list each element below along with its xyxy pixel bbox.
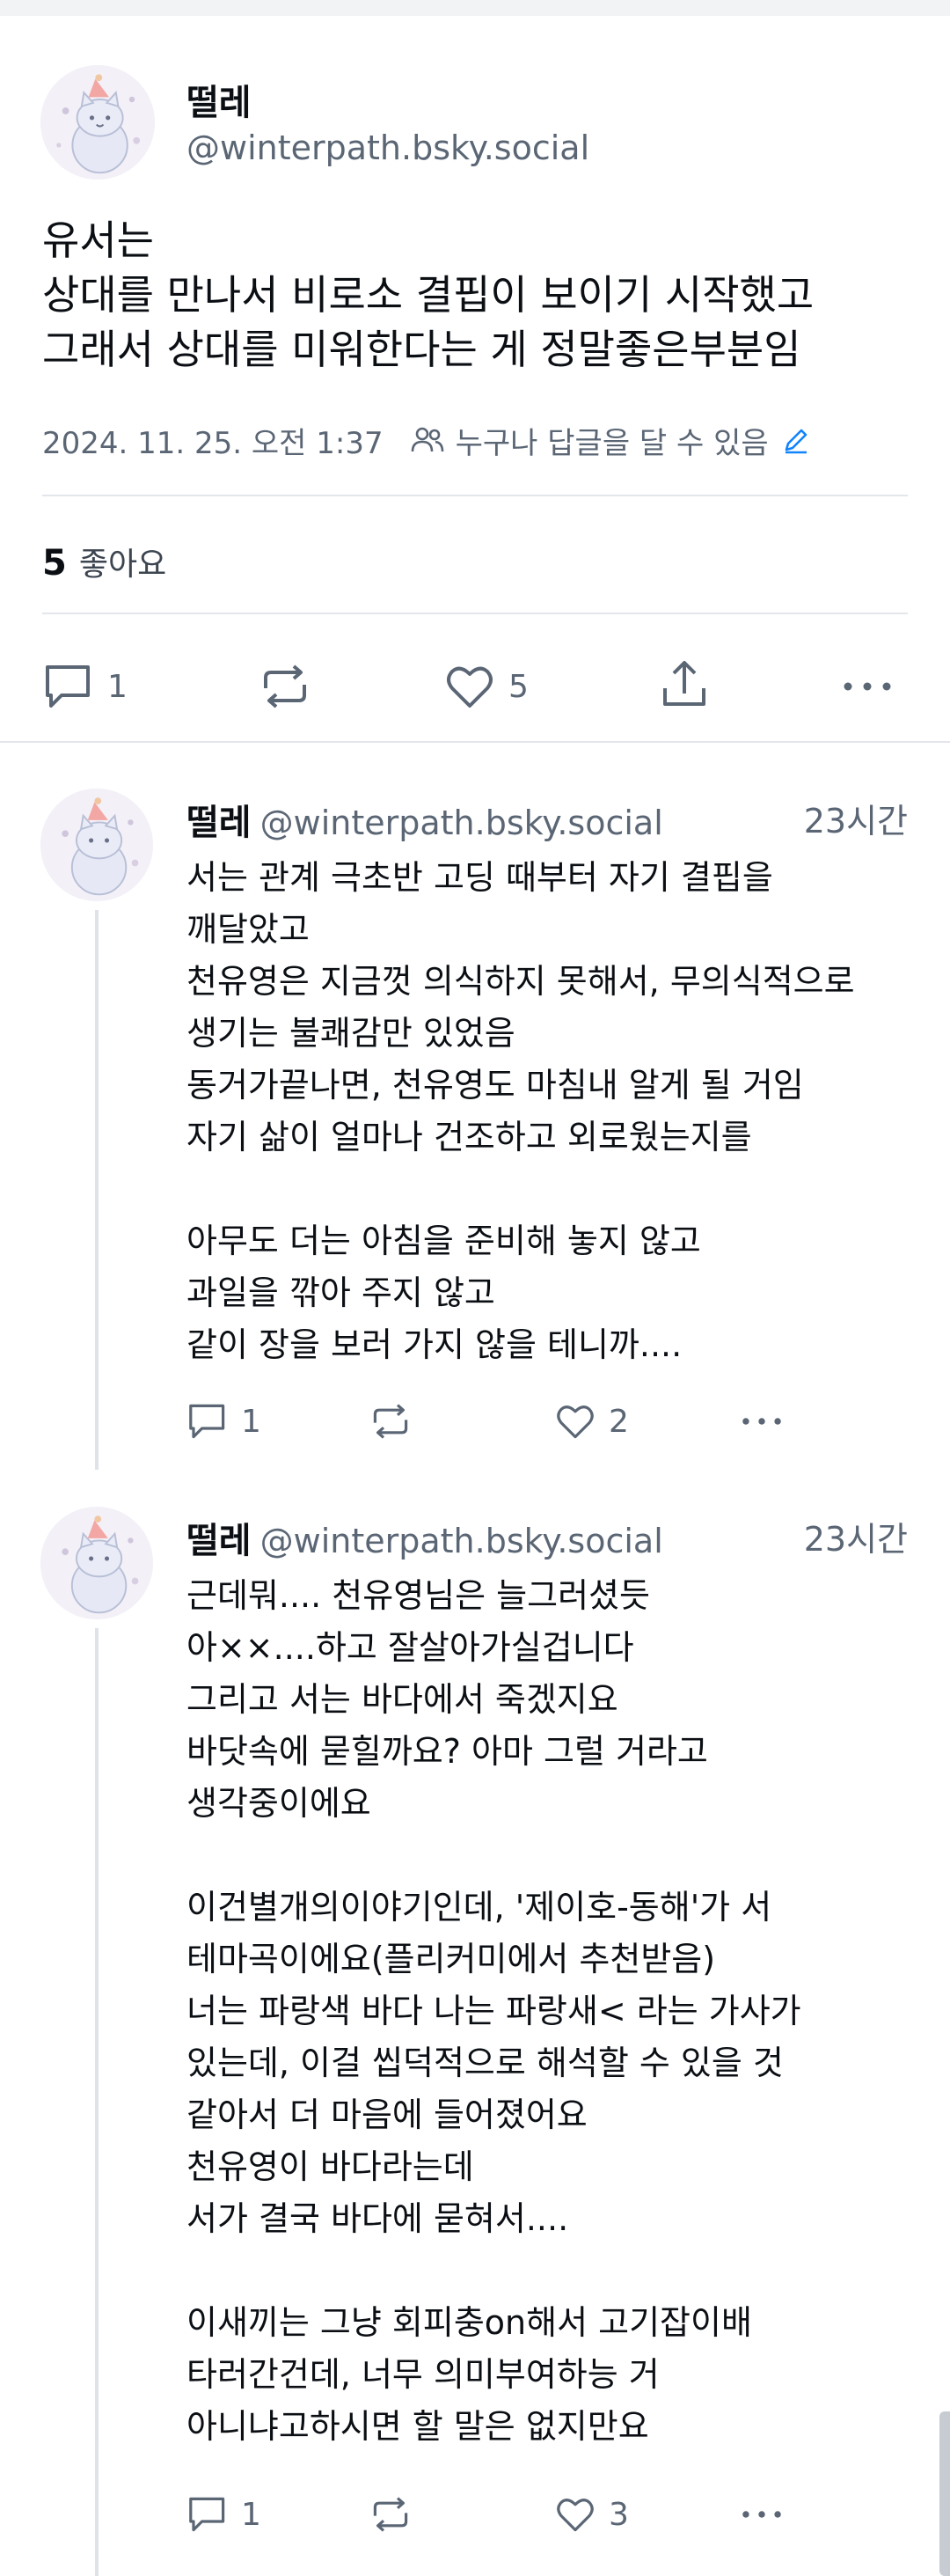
divider bbox=[42, 495, 908, 496]
thread-line bbox=[95, 910, 99, 1470]
author-name[interactable]: 떨레 bbox=[186, 803, 252, 843]
share-icon bbox=[663, 661, 705, 706]
repost-button[interactable] bbox=[369, 1401, 412, 1442]
more-button[interactable] bbox=[737, 1401, 786, 1442]
reply-count: 1 bbox=[107, 668, 128, 705]
author-handle[interactable]: @winterpath.bsky.social bbox=[186, 128, 589, 167]
more-button[interactable] bbox=[737, 2494, 786, 2535]
like-count: 5 bbox=[42, 543, 67, 583]
reply-icon bbox=[189, 1404, 225, 1439]
more-button[interactable] bbox=[841, 662, 894, 711]
like-count: 3 bbox=[609, 2496, 629, 2533]
reply-time[interactable]: 23시간 bbox=[804, 794, 908, 842]
reply-icon bbox=[189, 2497, 225, 2532]
divider bbox=[42, 613, 908, 614]
post-date: 2024. 11. 25. 오전 1:37 bbox=[42, 425, 384, 461]
avatar-cat-image bbox=[40, 789, 153, 901]
author-handle[interactable]: @winterpath.bsky.social bbox=[260, 804, 663, 842]
author-name[interactable]: 떨레 bbox=[186, 1521, 252, 1561]
more-icon bbox=[844, 682, 891, 691]
repost-icon bbox=[373, 2497, 408, 2532]
reply-button[interactable]: 1 bbox=[186, 2494, 261, 2535]
reply-count: 1 bbox=[241, 2496, 261, 2533]
thread-line bbox=[95, 1628, 99, 2576]
share-button[interactable] bbox=[658, 658, 711, 711]
reply-count: 1 bbox=[241, 1403, 261, 1440]
post-meta: 2024. 11. 25. 오전 1:37 누구나 답글을 달 수 있음 bbox=[42, 419, 822, 462]
like-count: 2 bbox=[609, 1403, 629, 1440]
reply-item[interactable]: 떨레 @winterpath.bsky.social 23시간 서는 관계 극초반… bbox=[0, 743, 950, 1470]
reply-item[interactable]: 떨레 @winterpath.bsky.social 23시간 근데뭐.... 천… bbox=[0, 1461, 950, 2576]
reply-button[interactable]: 1 bbox=[42, 662, 128, 711]
repost-button[interactable] bbox=[369, 2494, 412, 2535]
repost-icon bbox=[373, 1404, 408, 1439]
avatar-cat-image bbox=[40, 65, 155, 180]
post-text: 유서는 상대를 만나서 비로소 결핍이 보이기 시작했고 그래서 상대를 미워한… bbox=[42, 217, 815, 373]
post-actions: 1 5 bbox=[42, 657, 904, 718]
like-icon bbox=[557, 2499, 594, 2532]
reply-setting[interactable]: 누구나 답글을 달 수 있음 bbox=[456, 419, 769, 462]
like-count-action: 5 bbox=[508, 668, 529, 705]
author-handle[interactable]: @winterpath.bsky.social bbox=[260, 1522, 663, 1560]
avatar[interactable] bbox=[40, 65, 155, 180]
like-icon bbox=[557, 1405, 594, 1439]
repost-button[interactable] bbox=[259, 662, 311, 711]
more-icon bbox=[742, 2511, 781, 2518]
avatar[interactable] bbox=[40, 789, 153, 901]
reply-button[interactable]: 1 bbox=[186, 1401, 261, 1442]
pencil-icon[interactable] bbox=[781, 425, 811, 455]
reply-icon bbox=[46, 665, 90, 708]
more-icon bbox=[742, 1418, 781, 1425]
main-post: 떨레 @winterpath.bsky.social 유서는 상대를 만나서 비… bbox=[0, 16, 950, 748]
like-label: 좋아요 bbox=[78, 547, 167, 583]
scrollbar[interactable] bbox=[939, 2411, 950, 2576]
avatar-cat-image bbox=[40, 1507, 153, 1619]
author-name[interactable]: 떨레 bbox=[186, 74, 252, 125]
repost-icon bbox=[264, 664, 306, 708]
avatar[interactable] bbox=[40, 1507, 153, 1619]
like-icon bbox=[447, 666, 493, 708]
reply-time[interactable]: 23시간 bbox=[804, 1512, 908, 1560]
reply-text: 서는 관계 극초반 고딩 때부터 자기 결핍을 깨달았고 천유영은 지금껏 의식… bbox=[186, 858, 855, 1364]
like-button[interactable]: 5 bbox=[443, 662, 529, 711]
reply-actions: 1 3 bbox=[186, 2489, 908, 2542]
reply-text: 근데뭐.... 천유영님은 늘그러셨듯 아××....하고 잘살아가실겁니다 그… bbox=[186, 1576, 801, 2446]
people-icon bbox=[411, 427, 443, 452]
like-button[interactable]: 3 bbox=[554, 2494, 629, 2535]
reply-author: 떨레 @winterpath.bsky.social bbox=[186, 1512, 663, 1563]
reply-actions: 1 2 bbox=[186, 1396, 908, 1449]
top-strip bbox=[0, 0, 950, 16]
reply-author: 떨레 @winterpath.bsky.social bbox=[186, 794, 663, 845]
like-button[interactable]: 2 bbox=[554, 1401, 629, 1442]
likes-summary[interactable]: 5 좋아요 bbox=[42, 539, 166, 584]
